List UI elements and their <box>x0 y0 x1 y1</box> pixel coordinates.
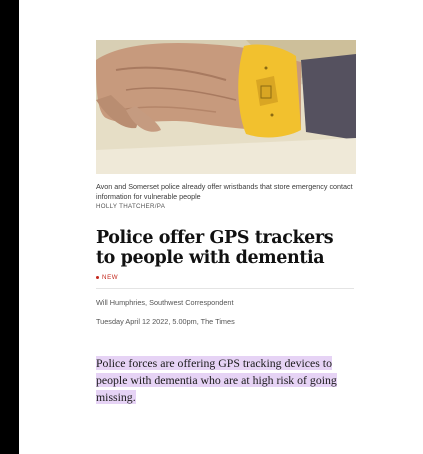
photo-caption: Avon and Somerset police already offer w… <box>96 182 353 201</box>
page: Avon and Somerset police already offer w… <box>19 0 423 454</box>
photo-credit: HOLLY THATCHER/PA <box>96 203 166 210</box>
divider <box>96 288 354 289</box>
new-badge: NEW <box>96 274 356 281</box>
byline[interactable]: Will Humphries, Southwest Correspondent <box>96 298 356 307</box>
dot-icon <box>96 276 99 279</box>
wristband-photo-illustration <box>96 40 356 174</box>
dateline: Tuesday April 12 2022, 5.00pm, The Times <box>96 317 235 326</box>
article: Avon and Somerset police already offer w… <box>96 40 356 406</box>
article-photo[interactable] <box>96 40 356 174</box>
highlighted-standfirst: Police forces are offering GPS tracking … <box>96 356 337 404</box>
article-headline: Police offer GPS trackers to people with… <box>96 228 334 268</box>
new-badge-label: NEW <box>102 274 119 281</box>
standfirst: Police forces are offering GPS tracking … <box>96 355 354 406</box>
